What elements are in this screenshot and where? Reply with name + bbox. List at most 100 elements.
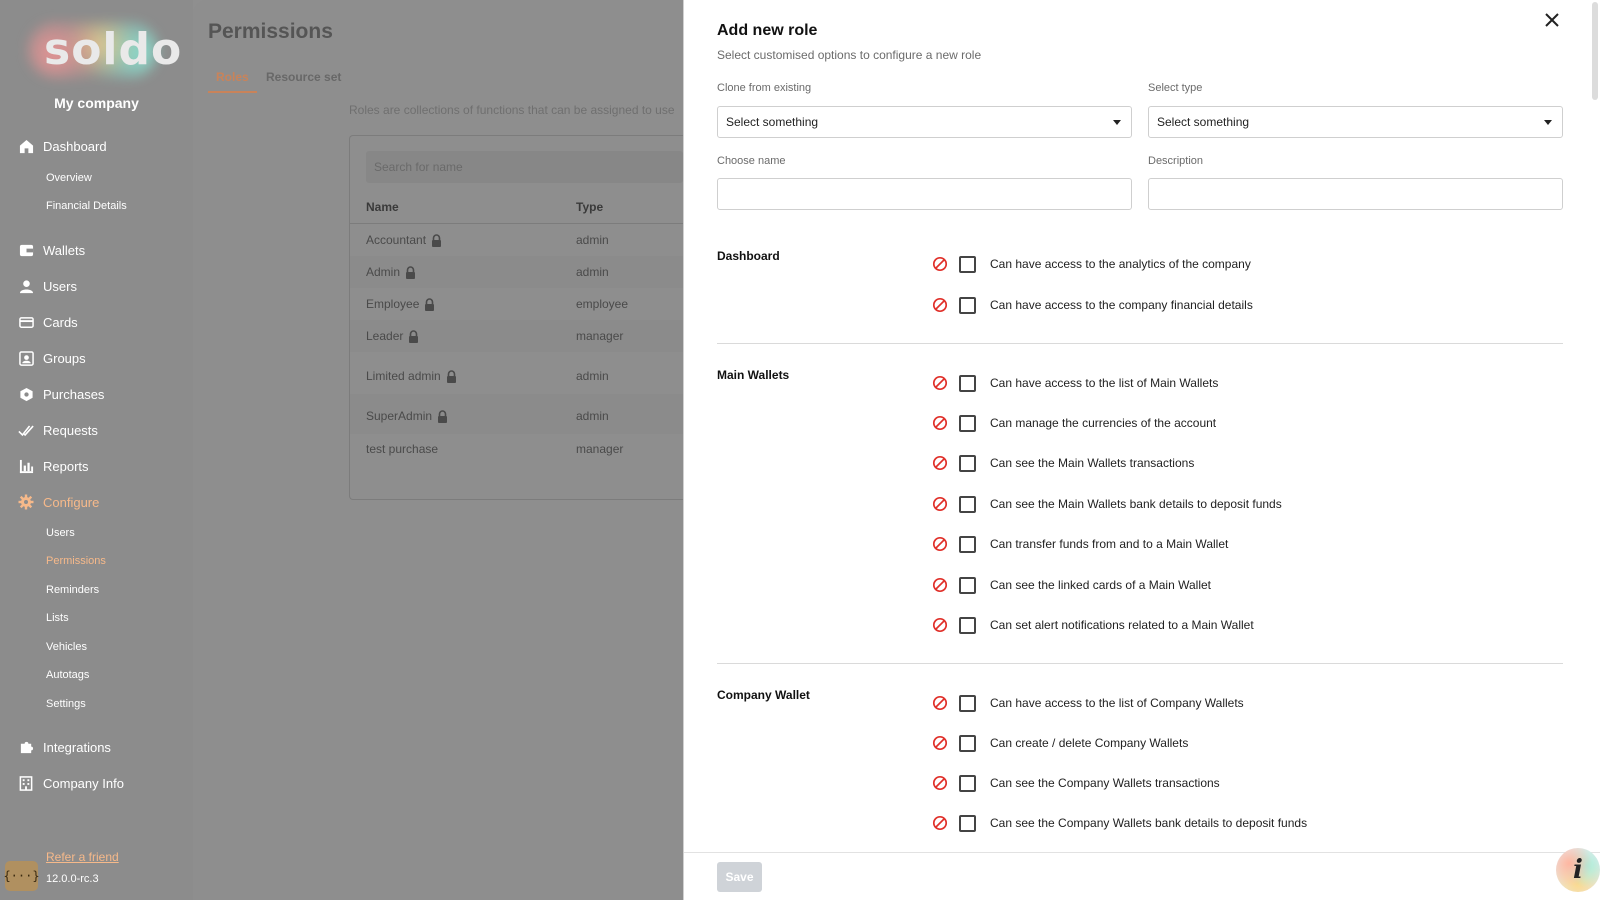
close-icon[interactable] (1544, 12, 1564, 32)
tab-resource-set[interactable]: Resource set (266, 70, 341, 84)
deny-icon[interactable] (932, 735, 948, 751)
permission-item[interactable]: Can see the Company Wallets bank details… (932, 813, 1307, 833)
permission-item[interactable]: Can see the linked cards of a Main Walle… (932, 575, 1211, 595)
table-row-type: admin (576, 369, 609, 383)
permission-label: Can set alert notifications related to a… (990, 618, 1254, 632)
permission-checkbox[interactable] (959, 414, 976, 432)
role-name-input[interactable] (717, 178, 1132, 210)
double-check-icon (18, 422, 34, 438)
deny-icon[interactable] (932, 496, 948, 512)
permission-checkbox[interactable] (959, 694, 976, 712)
nav-cfg-reminders[interactable]: Reminders (46, 584, 99, 596)
permission-item[interactable]: Can transfer funds from and to a Main Wa… (932, 534, 1228, 554)
permission-item[interactable]: Can manage the currencies of the account (932, 413, 1216, 433)
table-row-name[interactable]: Leader (366, 329, 419, 343)
refer-friend-link[interactable]: Refer a friend (46, 850, 119, 864)
tab-roles[interactable]: Roles (216, 70, 249, 84)
deny-icon[interactable] (932, 375, 948, 391)
nav-cfg-vehicles[interactable]: Vehicles (46, 641, 87, 653)
deny-icon[interactable] (932, 577, 948, 593)
permission-label: Can have access to the analytics of the … (990, 257, 1251, 271)
purchases-icon (18, 386, 34, 402)
nav-financial-details[interactable]: Financial Details (46, 200, 127, 212)
permission-checkbox[interactable] (959, 814, 976, 832)
deny-icon[interactable] (932, 536, 948, 552)
section-divider (717, 663, 1563, 664)
permission-checkbox[interactable] (959, 374, 976, 392)
nav-integrations[interactable]: Integrations (18, 739, 111, 755)
permission-label: Can have access to the list of Company W… (990, 696, 1244, 710)
code-badge[interactable]: {···} (3, 861, 40, 891)
role-description-input[interactable] (1148, 178, 1563, 210)
save-button[interactable]: Save (717, 862, 762, 892)
nav-label: Users (43, 278, 77, 294)
permission-checkbox[interactable] (959, 774, 976, 792)
permission-item[interactable]: Can create / delete Company Wallets (932, 733, 1188, 753)
deny-icon[interactable] (932, 256, 948, 272)
company-name[interactable]: My company (0, 95, 193, 111)
table-row-type: employee (576, 297, 629, 311)
deny-icon[interactable] (932, 297, 948, 313)
permission-item[interactable]: Can have access to the analytics of the … (932, 254, 1251, 274)
permission-checkbox[interactable] (959, 576, 976, 594)
nav-label: Reports (43, 458, 89, 474)
table-row-name[interactable]: SuperAdmin (366, 409, 448, 423)
deny-icon[interactable] (932, 617, 948, 633)
panel-scrollbar[interactable] (1592, 2, 1598, 100)
permission-item[interactable]: Can set alert notifications related to a… (932, 615, 1254, 635)
deny-icon[interactable] (932, 815, 948, 831)
permission-item[interactable]: Can have access to the list of Company W… (932, 693, 1244, 713)
nav-reports[interactable]: Reports (18, 458, 89, 474)
nav-purchases[interactable]: Purchases (18, 386, 104, 402)
permission-checkbox[interactable] (959, 734, 976, 752)
nav-cfg-settings[interactable]: Settings (46, 698, 86, 710)
nav-cfg-users[interactable]: Users (46, 527, 75, 539)
section-company-wallet-title: Company Wallet (717, 688, 810, 702)
roles-description: Roles are collections of functions that … (349, 103, 675, 117)
deny-icon[interactable] (932, 415, 948, 431)
permission-item[interactable]: Can see the Company Wallets transactions (932, 773, 1220, 793)
permission-item[interactable]: Can see the Main Wallets transactions (932, 453, 1194, 473)
nav-cfg-lists[interactable]: Lists (46, 612, 69, 624)
home-icon (18, 138, 34, 154)
nav-cfg-permissions[interactable]: Permissions (46, 555, 106, 567)
permission-checkbox[interactable] (959, 255, 976, 273)
permission-checkbox[interactable] (959, 454, 976, 472)
table-row-name[interactable]: Accountant (366, 233, 442, 247)
nav-overview[interactable]: Overview (46, 172, 92, 184)
role-name: Admin (366, 265, 401, 279)
permission-checkbox[interactable] (959, 296, 976, 314)
roles-search-input[interactable]: Search for name (366, 151, 683, 183)
nav-cards[interactable]: Cards (18, 314, 78, 330)
column-header-type[interactable]: Type (576, 200, 603, 214)
type-select[interactable]: Select something (1148, 106, 1563, 138)
nav-configure[interactable]: Configure (18, 494, 99, 510)
nav-groups[interactable]: Groups (18, 350, 86, 366)
deny-icon[interactable] (932, 695, 948, 711)
deny-icon[interactable] (932, 455, 948, 471)
permission-checkbox[interactable] (959, 495, 976, 513)
permission-item[interactable]: Can have access to the company financial… (932, 295, 1253, 315)
permission-item[interactable]: Can have access to the list of Main Wall… (932, 373, 1218, 393)
info-icon[interactable]: i (1556, 848, 1600, 892)
nav-cfg-autotags[interactable]: Autotags (46, 669, 89, 681)
table-row-name[interactable]: Admin (366, 265, 416, 279)
nav-company-info[interactable]: Company Info (18, 775, 124, 791)
table-row-name[interactable]: test purchase (366, 442, 438, 456)
user-icon (18, 278, 34, 294)
permission-item[interactable]: Can see the Main Wallets bank details to… (932, 494, 1282, 514)
puzzle-icon (18, 739, 34, 755)
clone-select[interactable]: Select something (717, 106, 1132, 138)
deny-icon[interactable] (932, 775, 948, 791)
column-header-name[interactable]: Name (366, 200, 399, 214)
nav-dashboard[interactable]: Dashboard (18, 138, 107, 154)
soldo-logo[interactable]: soldo (28, 22, 181, 78)
nav-requests[interactable]: Requests (18, 422, 98, 438)
table-row-name[interactable]: Limited admin (366, 369, 457, 383)
permission-checkbox[interactable] (959, 616, 976, 634)
permission-checkbox[interactable] (959, 535, 976, 553)
gear-icon (18, 494, 34, 510)
table-row-name[interactable]: Employee (366, 297, 435, 311)
nav-wallets[interactable]: Wallets (18, 242, 85, 258)
nav-users[interactable]: Users (18, 278, 77, 294)
